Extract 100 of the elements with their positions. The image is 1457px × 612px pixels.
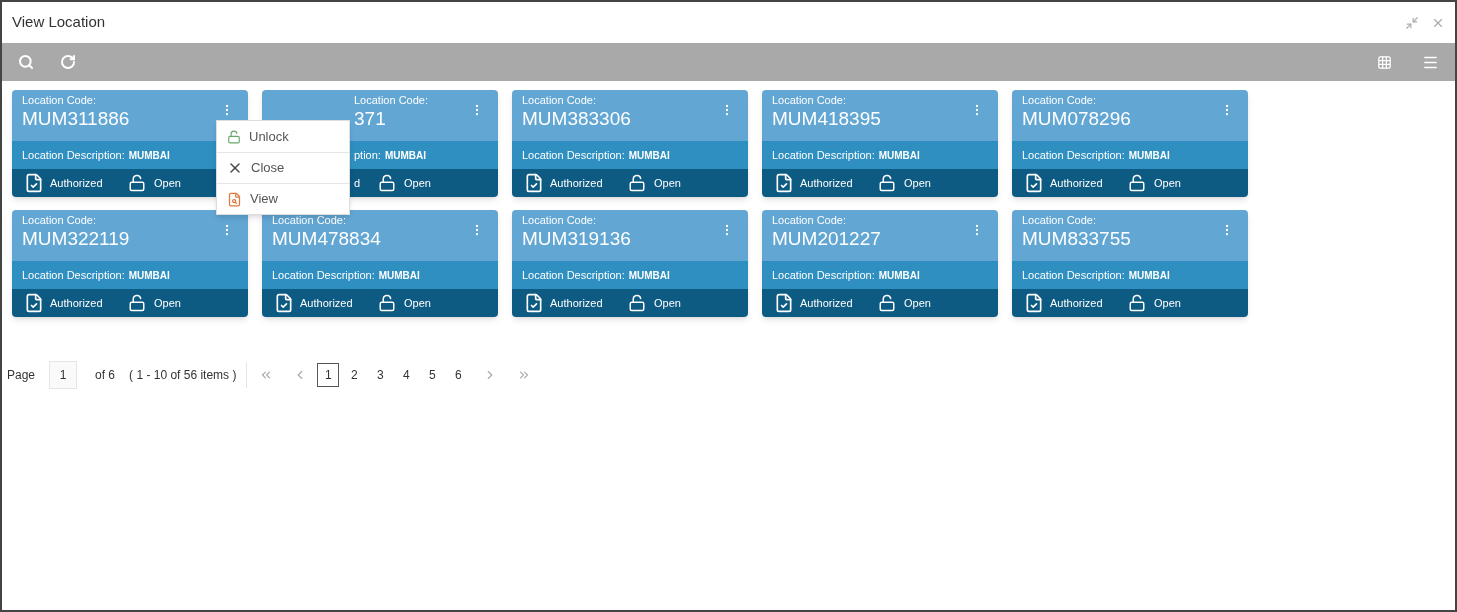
- authorized-status: Authorized: [50, 295, 104, 311]
- authorized-status: Authorized: [1050, 295, 1104, 311]
- location-code: MUM311886: [22, 107, 130, 131]
- location-code: 371: [354, 107, 386, 131]
- location-card[interactable]: Location Code: MUM201227 Location Description: MUMBAI Authorized Open: [762, 210, 998, 317]
- description-label: Location Description:: [772, 267, 875, 283]
- open-status: Open: [404, 175, 431, 191]
- unlock-icon: [628, 294, 646, 312]
- location-card[interactable]: Location Code: MUM319136 Location Description: MUMBAI Authorized Open: [512, 210, 748, 317]
- page-button[interactable]: 5: [421, 363, 444, 387]
- code-label: Location Code:: [22, 214, 97, 227]
- authorized-icon: [774, 173, 794, 193]
- location-code: MUM383306: [522, 107, 631, 131]
- description-value: MUMBAI: [878, 268, 920, 283]
- authorized-icon: [24, 173, 44, 193]
- location-code: MUM201227: [772, 227, 881, 251]
- description-label: Location Description:: [1022, 267, 1125, 283]
- description-label: Location Description:: [1022, 147, 1125, 163]
- page-button[interactable]: 2: [343, 363, 366, 387]
- open-status: Open: [404, 295, 431, 311]
- location-code: MUM319136: [522, 227, 631, 251]
- grid-view-icon[interactable]: [1377, 54, 1392, 70]
- view-icon: [227, 191, 242, 207]
- page-button[interactable]: 1: [317, 363, 340, 387]
- location-card[interactable]: Location Code: MUM322119 Location Description: MUMBAI Authorized Open: [12, 210, 248, 317]
- description-value: MUMBAI: [378, 268, 420, 283]
- unlock-icon: [128, 174, 146, 192]
- menu-item[interactable]: View: [217, 183, 349, 214]
- location-code: MUM078296: [1022, 107, 1131, 131]
- page-button[interactable]: 3: [369, 363, 392, 387]
- location-code: MUM418395: [772, 107, 881, 131]
- page-button[interactable]: 6: [447, 363, 470, 387]
- unlock-icon: [378, 174, 396, 192]
- code-label: Location Code:: [772, 214, 847, 227]
- description-label: Location Description:: [772, 147, 875, 163]
- authorized-status: Authorized: [50, 175, 104, 191]
- item-range: ( 1 - 10 of 56 items ): [129, 367, 237, 384]
- description-label: Location Description:: [522, 267, 625, 283]
- description-value: MUMBAI: [878, 148, 920, 163]
- authorized-status: Authorized: [800, 295, 854, 311]
- code-label: Location Code:: [272, 214, 347, 227]
- code-label: Location Code:: [22, 94, 97, 107]
- page-count: of 6: [95, 367, 116, 384]
- location-card[interactable]: Location Code: MUM078296 Location Description: MUMBAI Authorized Open: [1012, 90, 1248, 197]
- description-value: MUMBAI: [128, 148, 170, 163]
- page-button[interactable]: 4: [395, 363, 418, 387]
- description-value: MUMBAI: [384, 148, 427, 163]
- authorized-status: Authorized: [300, 295, 354, 311]
- open-status: Open: [1154, 295, 1181, 311]
- page-input[interactable]: 1: [49, 361, 78, 389]
- code-label: Location Code:: [522, 94, 597, 107]
- authorized-status: Authorized: [800, 175, 854, 191]
- open-status: Open: [154, 295, 181, 311]
- open-status: Open: [1154, 175, 1181, 191]
- unlock-icon: [878, 294, 896, 312]
- code-label: Location Code:: [1022, 214, 1097, 227]
- unlock-icon: [628, 174, 646, 192]
- location-card[interactable]: Location Code: MUM833755 Location Description: MUMBAI Authorized Open: [1012, 210, 1248, 317]
- window-title: View Location: [12, 12, 106, 33]
- authorized-icon: [1024, 173, 1044, 193]
- description-label: Location Description:: [22, 147, 125, 163]
- unlock-icon: [378, 294, 396, 312]
- location-code: MUM478834: [272, 227, 381, 251]
- open-status: Open: [654, 295, 681, 311]
- description-label: Location Description:: [272, 267, 375, 283]
- unlock-icon: [878, 174, 896, 192]
- open-status: Open: [904, 295, 931, 311]
- open-status: Open: [904, 175, 931, 191]
- authorized-icon: [1024, 293, 1044, 313]
- description-value: MUMBAI: [128, 268, 170, 283]
- refresh-icon[interactable]: [60, 54, 76, 70]
- location-card[interactable]: Location Code: MUM311886 Location Description: MUMBAI Authorized Open: [12, 90, 248, 197]
- authorized-icon: [774, 293, 794, 313]
- location-code: MUM833755: [1022, 227, 1131, 251]
- menu-item[interactable]: Close: [217, 152, 349, 183]
- open-status: Open: [654, 175, 681, 191]
- authorized-status: Authorized: [550, 295, 604, 311]
- authorized-icon: [524, 293, 544, 313]
- location-card[interactable]: Location Code: MUM383306 Location Description: MUMBAI Authorized Open: [512, 90, 748, 197]
- description-value: MUMBAI: [1128, 268, 1170, 283]
- authorized-icon: [524, 173, 544, 193]
- authorized-status: d: [354, 175, 362, 191]
- location-code: MUM322119: [22, 227, 130, 251]
- minimize-icon[interactable]: [1405, 15, 1419, 30]
- location-card[interactable]: Location Code: MUM418395 Location Description: MUMBAI Authorized Open: [762, 90, 998, 197]
- authorized-status: Authorized: [550, 175, 604, 191]
- description-value: MUMBAI: [1128, 148, 1170, 163]
- search-icon[interactable]: [18, 54, 34, 70]
- unlock-icon: [1128, 294, 1146, 312]
- description-label: Location Description:: [522, 147, 625, 163]
- description-value: MUMBAI: [628, 268, 670, 283]
- unlock-icon: [128, 294, 146, 312]
- description-value: MUMBAI: [628, 148, 670, 163]
- description-label: ption:: [354, 147, 381, 163]
- authorized-icon: [274, 293, 294, 313]
- unlock-icon: [1128, 174, 1146, 192]
- code-label: Location Code:: [522, 214, 597, 227]
- location-card[interactable]: Location Code: MUM478834 Location Description: MUMBAI Authorized Open: [262, 210, 498, 317]
- page-label: Page: [7, 367, 36, 384]
- code-label: Location Code:: [354, 94, 429, 107]
